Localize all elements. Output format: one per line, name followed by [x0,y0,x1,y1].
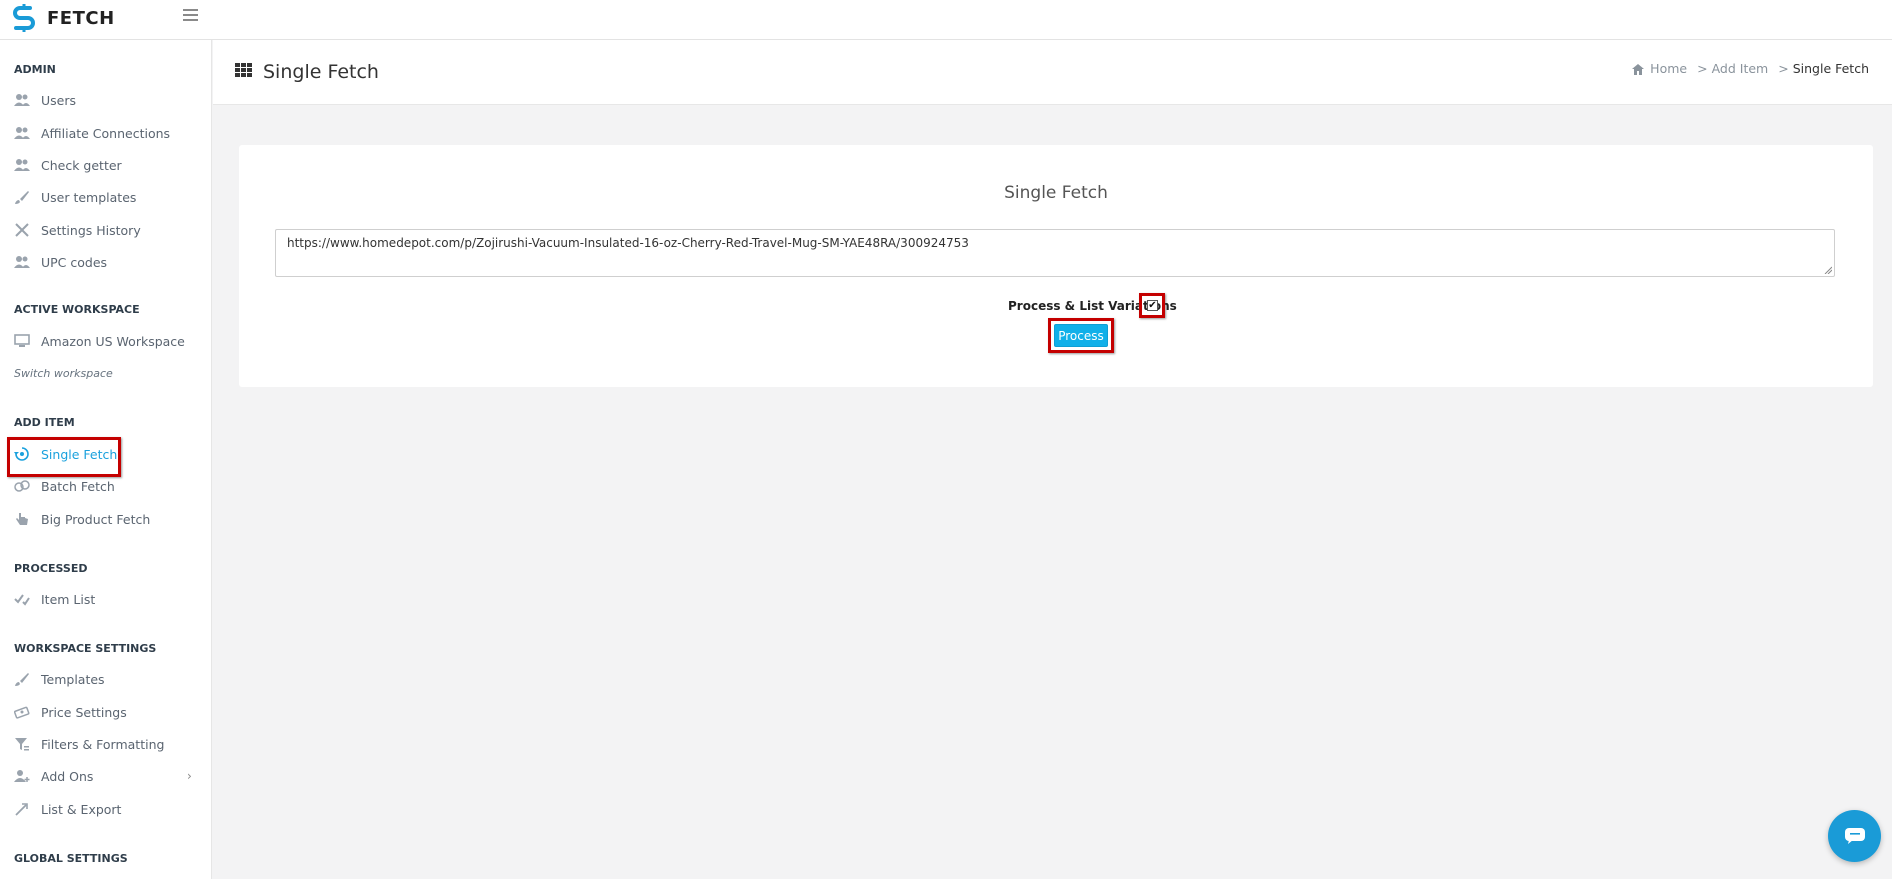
fetch-logo[interactable]: FETCH [11,3,115,33]
sidebar-item-templates[interactable]: Templates [14,667,105,691]
sidebar-item-label: Check getter [41,157,122,173]
hand-pointer-icon [14,511,34,527]
users-icon [14,157,34,173]
sidebar-item-label: Price Settings [41,704,127,720]
sidebar-item-label: Templates [41,671,105,687]
sidebar-heading-global-settings: GLOBAL SETTINGS [14,852,128,865]
sidebar-item-single-fetch[interactable]: Single Fetch [14,442,117,466]
page-header: Single Fetch Home > Add Item > Single Fe… [213,40,1892,105]
sidebar-item-label: Settings History [41,222,141,238]
sidebar-item-label: Filters & Formatting [41,736,165,752]
users-icon [14,254,34,270]
users-icon [14,92,34,108]
process-variations-checkbox[interactable]: ✔ [1147,300,1158,311]
page-title: Single Fetch [263,61,379,83]
chat-widget-button[interactable] [1828,810,1881,862]
sidebar-heading-active-workspace: ACTIVE WORKSPACE [14,303,140,316]
sidebar-item-batch-fetch[interactable]: Batch Fetch [14,474,115,498]
sidebar-item-settings-history[interactable]: Settings History [14,218,141,242]
breadcrumb-separator: > [1778,61,1789,76]
main-content: Single Fetch Home > Add Item > Single Fe… [213,40,1892,879]
sidebar-item-check-getter[interactable]: Check getter [14,153,122,177]
single-fetch-card: Single Fetch https://www.homedepot.com/p… [239,145,1873,387]
grid-icon [235,63,252,77]
sidebar-item-label: Users [41,92,77,108]
hamburger-menu-icon[interactable] [183,9,198,23]
brush-icon [14,671,34,687]
single-fetch-icon [14,446,34,462]
sidebar-item-label: Amazon US Workspace [41,333,185,349]
export-icon [14,801,34,817]
sidebar-item-filters-formatting[interactable]: Filters & Formatting [14,732,164,756]
process-variations-checkbox-highlight[interactable]: ✔ [1139,293,1165,318]
sidebar-item-price-settings[interactable]: Price Settings [14,700,127,724]
sidebar-heading-add-item: ADD ITEM [14,416,75,429]
breadcrumb-add-item[interactable]: Add Item [1712,61,1769,76]
breadcrumb-current: Single Fetch [1792,61,1869,76]
sidebar-item-label: UPC codes [41,254,108,270]
users-icon [14,125,34,141]
sidebar-item-item-list[interactable]: Item List [14,587,95,611]
switch-workspace-link[interactable]: Switch workspace [14,367,113,380]
sidebar-item-label: Affiliate Connections [41,125,171,141]
variations-option-row: Process & List Variations ✔ [239,293,1873,318]
batch-fetch-icon [14,478,34,494]
fetch-logo-icon [13,4,35,32]
filter-icon [14,736,34,752]
card-title: Single Fetch [1004,183,1108,203]
user-plus-icon [14,768,34,784]
process-button-highlight: Process [1048,318,1114,353]
sidebar-heading-processed: PROCESSED [14,562,88,575]
sidebar-item-affiliate-connections[interactable]: Affiliate Connections [14,121,170,145]
sidebar-item-amazon-us-workspace[interactable]: Amazon US Workspace [14,329,185,353]
sidebar-item-label: Big Product Fetch [41,511,151,527]
logo-text: FETCH [47,7,115,29]
chevron-right-icon[interactable]: › [187,769,192,783]
breadcrumb-separator: > [1697,61,1708,76]
sidebar: ADMIN Users Affiliate Connections Check … [0,40,212,879]
sidebar-item-label: Item List [41,591,96,607]
sidebar-heading-workspace-settings: WORKSPACE SETTINGS [14,642,157,655]
resize-grip-icon[interactable] [1824,266,1832,274]
home-icon [1632,63,1645,75]
checklist-icon [14,591,34,607]
sidebar-item-label: Batch Fetch [41,478,115,494]
sidebar-item-users[interactable]: Users [14,88,76,112]
sidebar-item-user-templates[interactable]: User templates [14,185,136,209]
sidebar-item-label: List & Export [41,801,122,817]
brush-icon [14,189,34,205]
sidebar-item-upc-codes[interactable]: UPC codes [14,250,107,274]
chat-icon [1844,828,1865,844]
sidebar-item-label: Add Ons [41,768,94,784]
money-icon [14,704,34,720]
tools-icon [14,222,34,238]
process-button[interactable]: Process [1054,324,1108,347]
top-bar: FETCH [0,0,1892,40]
sidebar-item-list-export[interactable]: List & Export [14,797,121,821]
url-value: https://www.homedepot.com/p/Zojirushi-Va… [287,236,969,250]
breadcrumb: Home > Add Item > Single Fetch [1632,61,1869,76]
url-textarea[interactable]: https://www.homedepot.com/p/Zojirushi-Va… [275,229,1835,277]
sidebar-item-add-ons[interactable]: Add Ons [14,764,93,788]
monitor-icon [14,333,34,349]
sidebar-heading-admin: ADMIN [14,63,56,76]
sidebar-item-label: Single Fetch [41,446,118,462]
sidebar-item-big-product-fetch[interactable]: Big Product Fetch [14,507,150,531]
sidebar-item-label: User templates [41,189,137,205]
breadcrumb-home[interactable]: Home [1650,61,1687,76]
